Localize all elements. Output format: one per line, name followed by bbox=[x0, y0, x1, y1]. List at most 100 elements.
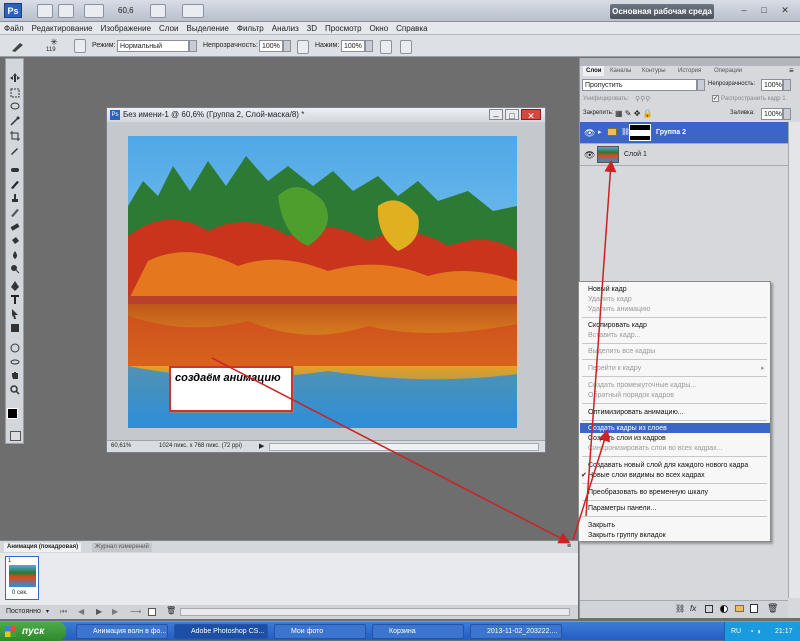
eye-icon[interactable]: 👁 bbox=[584, 128, 595, 139]
start-button[interactable]: пуск bbox=[0, 622, 66, 641]
pressure-opacity-icon[interactable] bbox=[297, 40, 309, 54]
mode-select[interactable]: Нормальный bbox=[117, 40, 189, 52]
type-tool-icon[interactable] bbox=[10, 295, 20, 305]
fill-slider[interactable] bbox=[783, 108, 791, 120]
status-menu-arrow-icon[interactable]: ▶ bbox=[259, 442, 264, 450]
language-indicator[interactable]: RU bbox=[731, 622, 741, 641]
stamp-tool-icon[interactable] bbox=[10, 193, 20, 203]
taskbar-item-browser[interactable]: Анимация волн в фо... bbox=[76, 624, 168, 639]
panel-menu-icon[interactable]: ≡ bbox=[567, 543, 571, 550]
adjustment-layer-icon[interactable] bbox=[720, 605, 728, 613]
menu-create-new-layer-per-frame[interactable]: Создавать новый слой для каждого нового … bbox=[588, 461, 748, 470]
panel-menu-icon[interactable]: ≡ bbox=[789, 66, 794, 75]
menu-image[interactable]: Изображение bbox=[97, 22, 155, 35]
bridge-button[interactable] bbox=[37, 4, 53, 18]
menu-help[interactable]: Справка bbox=[392, 22, 431, 35]
trash-icon[interactable]: 🗑 bbox=[767, 603, 778, 614]
delete-frame-icon[interactable]: 🗑 bbox=[166, 606, 176, 615]
menu-analysis[interactable]: Анализ bbox=[268, 22, 303, 35]
opacity-input[interactable]: 100% bbox=[259, 40, 283, 52]
lasso-tool-icon[interactable] bbox=[10, 102, 20, 112]
menu-filter[interactable]: Фильтр bbox=[233, 22, 268, 35]
menu-close-tab-group[interactable]: Закрыть группу вкладок bbox=[588, 531, 666, 540]
layer-row-layer1[interactable]: 👁 Слой 1 bbox=[580, 144, 788, 166]
airbrush-icon[interactable] bbox=[380, 40, 392, 54]
blur-tool-icon[interactable] bbox=[10, 250, 20, 260]
menu-reverse-frames[interactable]: Обратный порядок кадров bbox=[588, 391, 674, 400]
move-tool-icon[interactable] bbox=[10, 73, 20, 83]
duplicate-frame-icon[interactable] bbox=[148, 608, 156, 616]
menu-window[interactable]: Окно bbox=[366, 22, 393, 35]
shape-tool-icon[interactable] bbox=[10, 323, 20, 333]
tray-icons[interactable]: ◔ ◑ bbox=[749, 622, 761, 641]
tab-layers[interactable]: Слои bbox=[583, 66, 605, 76]
layer-mask-thumbnail[interactable] bbox=[629, 124, 651, 141]
menu-view[interactable]: Просмотр bbox=[321, 22, 366, 35]
layer-opacity-slider[interactable] bbox=[783, 79, 791, 91]
tab-actions[interactable]: Операции bbox=[711, 66, 745, 76]
menu-select[interactable]: Выделение bbox=[182, 22, 232, 35]
menu-3d[interactable]: 3D bbox=[303, 22, 321, 35]
pressure-size-icon[interactable] bbox=[400, 40, 412, 54]
menu-optimize-animation[interactable]: Оптимизировать анимацию... bbox=[588, 408, 684, 417]
animation-frame-1[interactable]: 1 0 сек. bbox=[5, 556, 39, 600]
tab-animation[interactable]: Анимация (покадровая) bbox=[4, 543, 82, 552]
menu-copy-frame[interactable]: Скопировать кадр bbox=[588, 321, 647, 330]
view-extras-button[interactable] bbox=[84, 4, 104, 18]
layers-scrollbar[interactable] bbox=[788, 122, 800, 598]
chevron-down-icon[interactable] bbox=[189, 40, 197, 52]
tab-measurement-log[interactable]: Журнал измерений bbox=[92, 543, 152, 552]
minimize-icon[interactable]: – bbox=[737, 4, 751, 17]
zoom-tool-icon[interactable] bbox=[10, 385, 20, 395]
clock[interactable]: 21:17 bbox=[775, 622, 793, 641]
menu-match-layer-across-frames[interactable]: Синхронизировать слои во всех кадрах... bbox=[588, 444, 723, 453]
next-frame-icon[interactable]: ▶ bbox=[112, 607, 118, 616]
layer-name[interactable]: Слой 1 bbox=[624, 151, 647, 158]
layer-opacity-input[interactable]: 100% bbox=[761, 79, 783, 91]
layer-thumbnail[interactable] bbox=[597, 146, 619, 163]
paint-bucket-icon[interactable] bbox=[10, 236, 20, 246]
menu-tween[interactable]: Создать промежуточные кадры... bbox=[588, 381, 696, 390]
menu-make-frames-from-layers[interactable]: Создать кадры из слоев bbox=[588, 424, 667, 433]
pressure-input[interactable]: 100% bbox=[341, 40, 365, 52]
taskbar-item-recycle-bin[interactable]: Корзина bbox=[372, 624, 464, 639]
quick-mask-icon[interactable] bbox=[10, 431, 21, 441]
layer-blend-mode-select[interactable]: Пропустить bbox=[582, 79, 697, 91]
dodge-tool-icon[interactable] bbox=[10, 264, 20, 274]
eye-icon[interactable]: 👁 bbox=[584, 150, 595, 161]
doc-minimize-icon[interactable]: – bbox=[489, 109, 503, 121]
tab-channels[interactable]: Каналы bbox=[607, 66, 634, 76]
chevron-down-icon[interactable] bbox=[697, 79, 705, 91]
taskbar-item-screenshot[interactable]: 2013-11-02_203222.... bbox=[470, 624, 562, 639]
magic-wand-icon[interactable] bbox=[10, 116, 20, 126]
brush-icon[interactable] bbox=[10, 179, 20, 189]
loop-select[interactable]: Постоянно bbox=[6, 608, 41, 615]
lock-icons[interactable]: ▦ ✎ ✥ 🔒 bbox=[615, 109, 653, 118]
zoom-level[interactable]: 60,6 bbox=[118, 6, 134, 15]
panel-header-strip[interactable] bbox=[580, 58, 800, 66]
frames-scrollbar[interactable] bbox=[180, 608, 570, 616]
menu-new-layers-visible[interactable]: Новые слои видимы во всех кадрах bbox=[588, 471, 705, 480]
mini-bridge-button[interactable] bbox=[58, 4, 74, 18]
menu-paste-frame[interactable]: Вставить кадр... bbox=[588, 331, 641, 340]
taskbar-item-photoshop[interactable]: Adobe Photoshop CS... bbox=[174, 624, 268, 639]
doc-close-icon[interactable]: ✕ bbox=[521, 109, 541, 121]
pressure-slider-toggle[interactable] bbox=[365, 40, 373, 52]
add-mask-icon[interactable] bbox=[705, 605, 713, 613]
tween-icon[interactable]: ⟿ bbox=[130, 607, 141, 616]
fx-icon[interactable]: fx bbox=[690, 604, 696, 613]
eyedropper-icon[interactable] bbox=[10, 145, 20, 155]
frame-delay[interactable]: 0 сек. bbox=[12, 590, 28, 596]
maximize-icon[interactable]: □ bbox=[757, 4, 771, 17]
menu-edit[interactable]: Редактирование bbox=[28, 22, 97, 35]
menu-go-to-frame[interactable]: Перейти к кадру bbox=[588, 364, 641, 373]
document-titlebar[interactable]: Ps Без имени-1 @ 60,6% (Группа 2, Слой-м… bbox=[107, 108, 545, 122]
workspace-switcher[interactable]: Основная рабочая среда bbox=[610, 4, 714, 19]
menu-panel-options[interactable]: Параметры панели... bbox=[588, 504, 656, 513]
brush-preset-icon[interactable]: ✳ bbox=[48, 37, 60, 47]
close-icon[interactable]: ✕ bbox=[778, 4, 792, 17]
history-brush-icon[interactable] bbox=[10, 207, 20, 217]
new-group-icon[interactable] bbox=[735, 605, 744, 612]
healing-brush-icon[interactable] bbox=[10, 165, 20, 175]
play-icon[interactable]: ▶ bbox=[96, 607, 102, 616]
